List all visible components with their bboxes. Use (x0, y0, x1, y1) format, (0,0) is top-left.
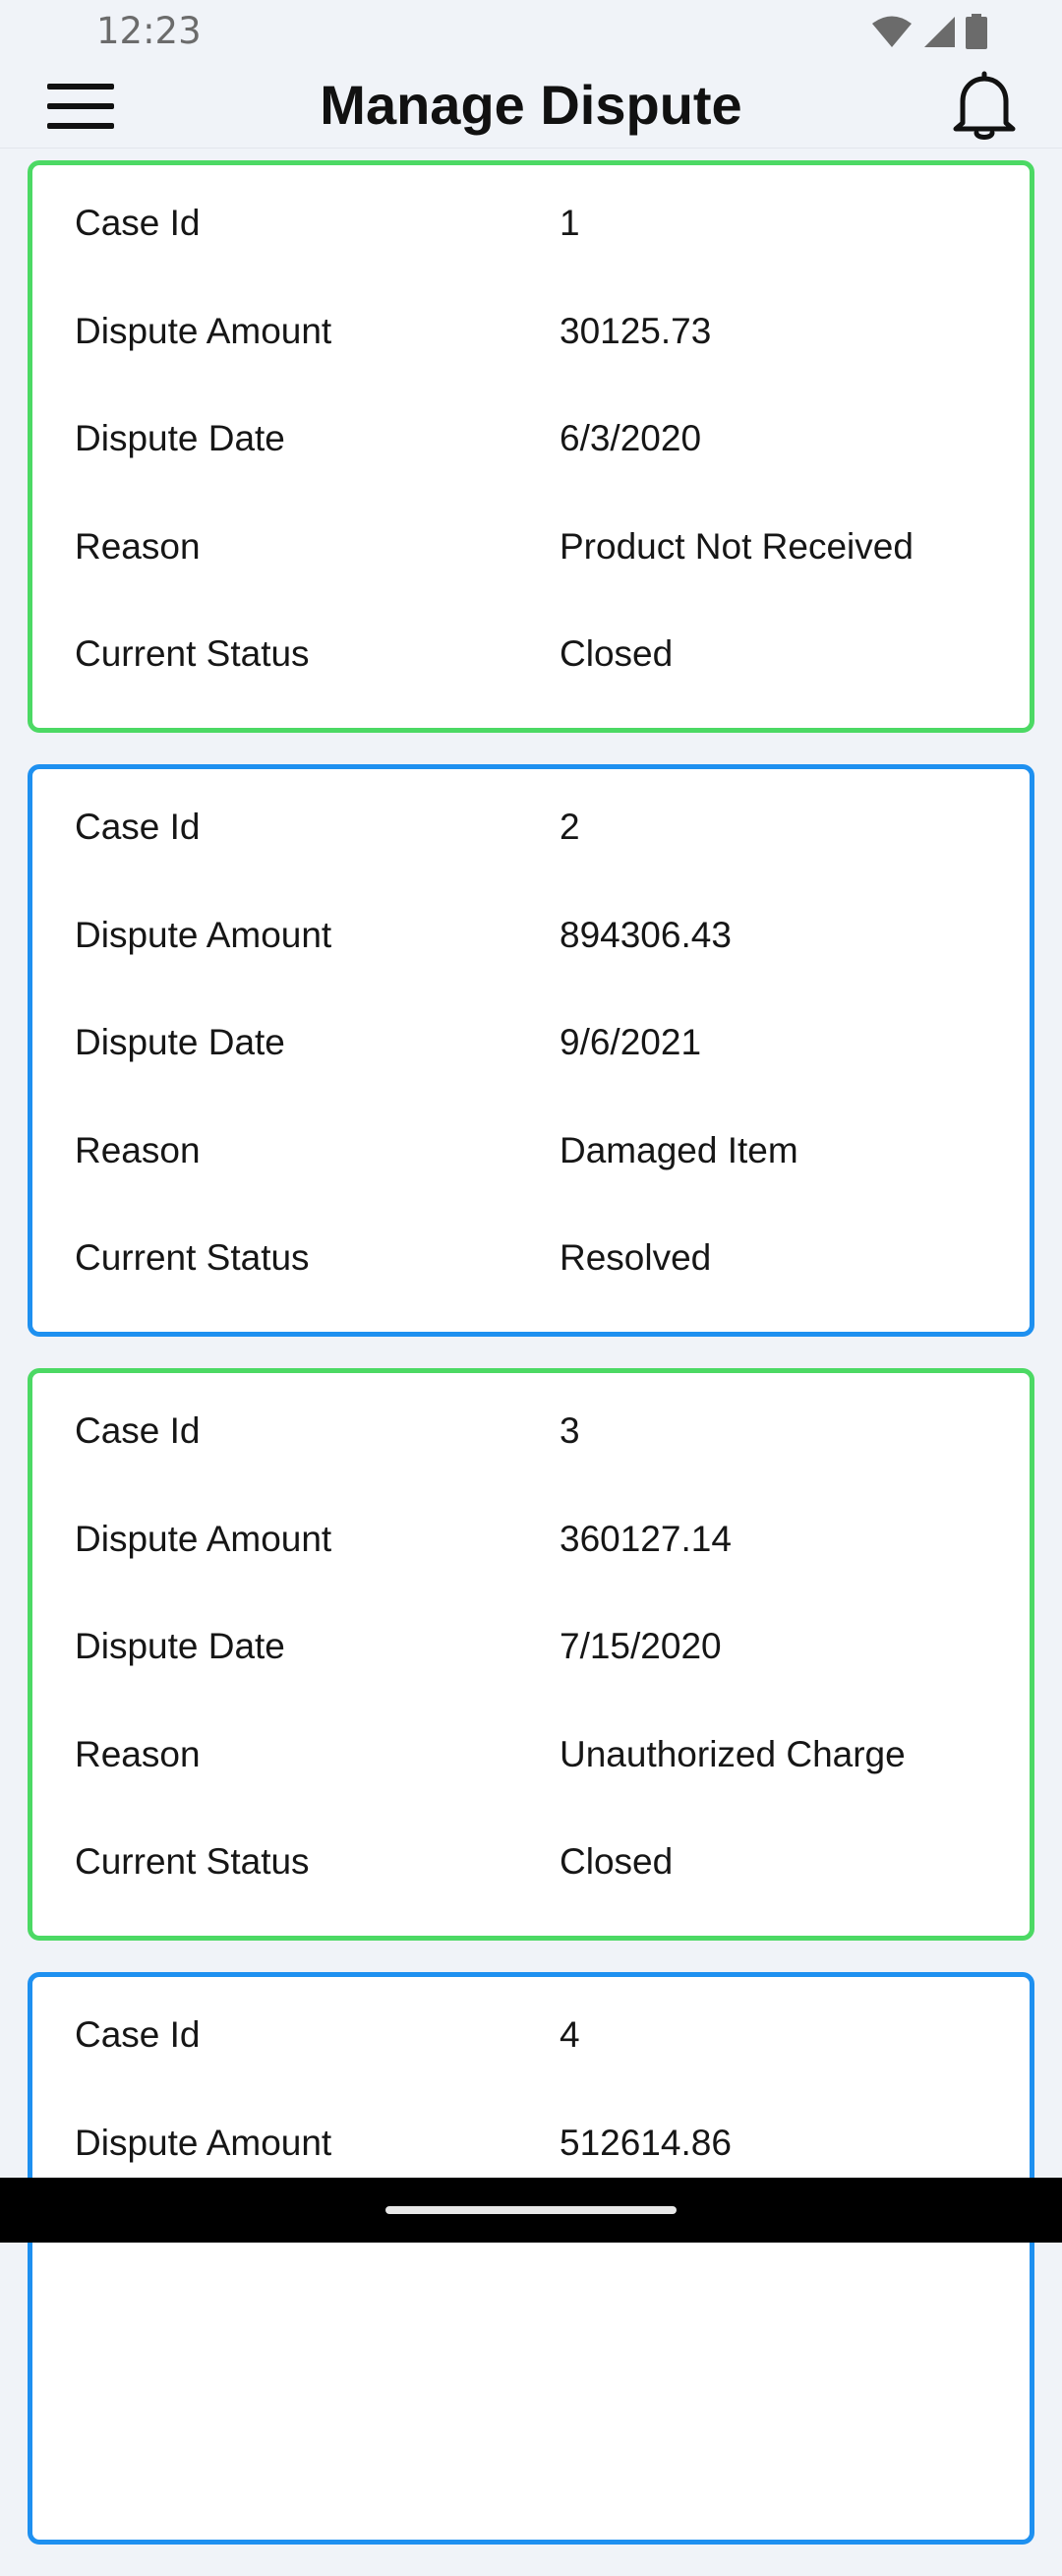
current-status-label: Current Status (75, 1237, 310, 1278)
page-title: Manage Dispute (320, 74, 742, 136)
wifi-icon (872, 16, 912, 47)
case-id-value: 4 (560, 2014, 580, 2055)
reason-value: Product Not Received (560, 525, 914, 567)
dispute-date-value: 7/15/2020 (560, 1626, 722, 1666)
dispute-date-value: 9/6/2021 (560, 1022, 702, 1062)
case-id-label: Case Id (75, 203, 201, 243)
reason-label: Reason (75, 1733, 201, 1774)
battery-icon (966, 14, 987, 49)
system-navigation-bar (0, 2178, 1062, 2243)
notifications-button[interactable] (944, 65, 1025, 148)
reason-row: Reason Product Not Received (32, 524, 1030, 632)
case-id-label: Case Id (75, 1410, 201, 1451)
dispute-amount-label: Dispute Amount (75, 2122, 332, 2163)
dispute-card[interactable]: Case Id 4 Dispute Amount 512614.86 (28, 1972, 1034, 2545)
dispute-amount-value: 894306.43 (560, 914, 732, 955)
case-id-row: Case Id 3 (32, 1408, 1030, 1517)
cellular-signal-icon (924, 17, 955, 47)
dispute-amount-label: Dispute Amount (75, 1518, 332, 1559)
case-id-value: 3 (560, 1410, 580, 1451)
bell-icon (953, 71, 1016, 140)
dispute-card[interactable]: Case Id 3 Dispute Amount 360127.14 Dispu… (28, 1368, 1034, 1941)
status-time: 12:23 (96, 10, 202, 52)
dispute-amount-label: Dispute Amount (75, 310, 332, 351)
app-bar: Manage Dispute (0, 65, 1062, 149)
current-status-label: Current Status (75, 1841, 310, 1882)
current-status-value: Closed (560, 633, 674, 674)
reason-label: Reason (75, 1129, 201, 1170)
dispute-amount-value: 360127.14 (560, 1518, 732, 1559)
current-status-row: Current Status Resolved (32, 1235, 1030, 1344)
dispute-date-value: 6/3/2020 (560, 418, 702, 458)
dispute-date-row: Dispute Date 7/15/2020 (32, 1624, 1030, 1732)
home-indicator[interactable] (385, 2206, 677, 2214)
reason-label: Reason (75, 525, 201, 567)
dispute-date-label: Dispute Date (75, 418, 285, 458)
status-icons (871, 14, 987, 49)
status-bar: 12:23 (0, 0, 1062, 65)
case-id-label: Case Id (75, 2014, 201, 2055)
case-id-row: Case Id 4 (32, 2012, 1030, 2121)
dispute-amount-value: 512614.86 (560, 2122, 732, 2163)
case-id-value: 2 (560, 807, 580, 847)
dispute-card[interactable]: Case Id 1 Dispute Amount 30125.73 Disput… (28, 160, 1034, 733)
dispute-amount-row: Dispute Amount 30125.73 (32, 309, 1030, 417)
case-id-row: Case Id 1 (32, 201, 1030, 309)
dispute-amount-value: 30125.73 (560, 310, 712, 351)
case-id-label: Case Id (75, 807, 201, 847)
dispute-date-label: Dispute Date (75, 1626, 285, 1666)
dispute-amount-row: Dispute Amount 360127.14 (32, 1517, 1030, 1625)
dispute-date-row: Dispute Date 9/6/2021 (32, 1020, 1030, 1128)
dispute-card[interactable]: Case Id 2 Dispute Amount 894306.43 Dispu… (28, 764, 1034, 1337)
dispute-date-label: Dispute Date (75, 1022, 285, 1062)
current-status-value: Closed (560, 1841, 674, 1882)
reason-row: Reason Unauthorized Charge (32, 1732, 1030, 1840)
current-status-label: Current Status (75, 633, 310, 674)
reason-row: Reason Damaged Item (32, 1128, 1030, 1236)
dispute-amount-row: Dispute Amount 894306.43 (32, 913, 1030, 1021)
current-status-row: Current Status Closed (32, 631, 1030, 740)
reason-value: Damaged Item (560, 1129, 798, 1170)
case-id-row: Case Id 2 (32, 805, 1030, 913)
current-status-row: Current Status Closed (32, 1839, 1030, 1947)
dispute-amount-label: Dispute Amount (75, 914, 332, 955)
case-id-value: 1 (560, 203, 580, 243)
dispute-date-row: Dispute Date 6/3/2020 (32, 416, 1030, 524)
reason-value: Unauthorized Charge (560, 1733, 906, 1774)
current-status-value: Resolved (560, 1237, 712, 1278)
